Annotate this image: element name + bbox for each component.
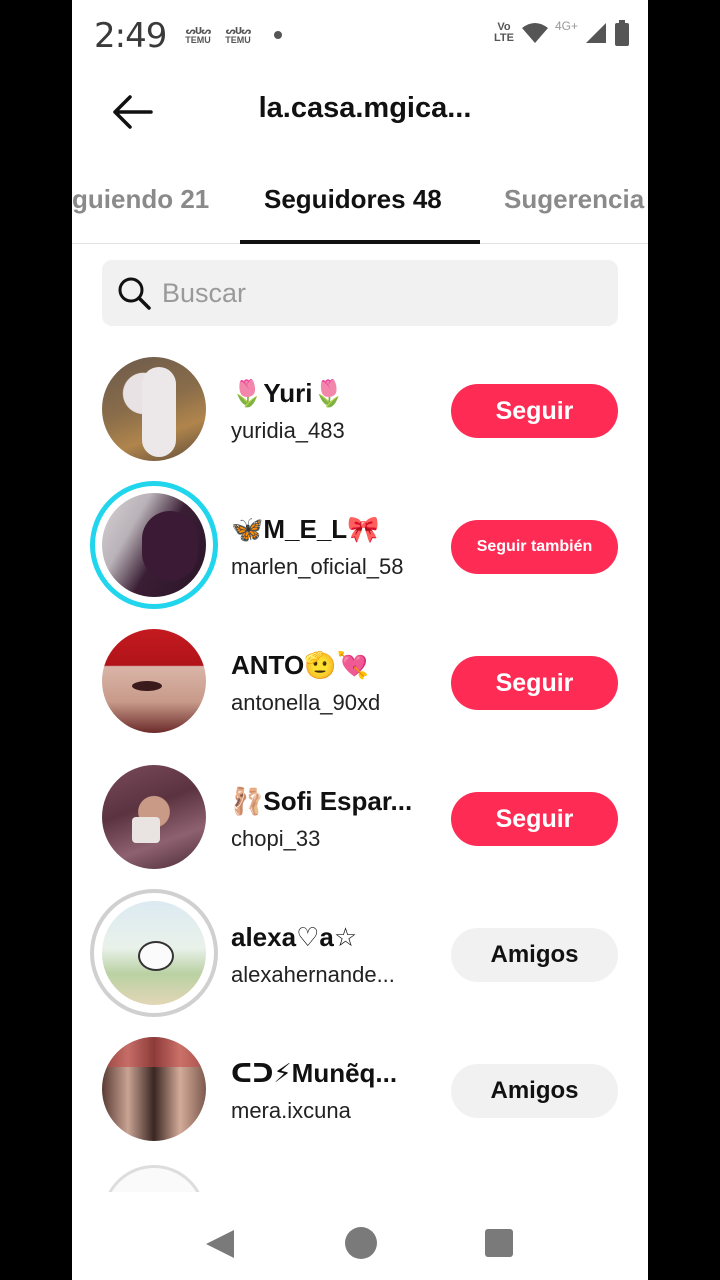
- nav-home-icon[interactable]: [345, 1227, 377, 1259]
- tab-sugerencias[interactable]: Sugerencia: [504, 184, 644, 215]
- page-title: la.casa.mgica...: [258, 92, 472, 124]
- friends-button[interactable]: Amigos: [451, 1064, 618, 1118]
- tab-seguidores[interactable]: Seguidores 48: [264, 184, 442, 215]
- more-notifications-dot: [274, 31, 282, 39]
- search-input[interactable]: [162, 277, 582, 309]
- follower-handle: chopi_33: [231, 826, 321, 851]
- battery-icon: [615, 20, 629, 46]
- tab-siguiendo[interactable]: guiendo 21: [72, 184, 209, 215]
- follower-name: ANTO🫡💘: [231, 650, 369, 680]
- avatar[interactable]: [102, 357, 206, 461]
- follower-name: 🌷Yuri🌷: [231, 378, 345, 408]
- follow-button[interactable]: Seguir: [451, 384, 618, 438]
- follower-name: 🩰Sofi Espar...: [231, 786, 413, 816]
- list-item[interactable]: alexa♡a☆ alexahernande... Amigos: [72, 884, 648, 1020]
- follower-handle: marlen_oficial_58: [231, 554, 404, 579]
- status-time: 2:49: [94, 16, 167, 56]
- avatar[interactable]: [102, 1037, 206, 1141]
- search-bar[interactable]: [102, 260, 618, 326]
- list-item[interactable]: 🦋M_E_L🎀 marlen_oficial_58 Seguir también: [72, 476, 648, 612]
- list-item[interactable]: 🌷Yuri🌷 yuridia_483 Seguir: [72, 340, 648, 476]
- avatar[interactable]: [102, 765, 206, 869]
- search-icon: [118, 277, 151, 310]
- partial-avatar: [102, 1165, 206, 1195]
- tab-bar: guiendo 21 Seguidores 48 Sugerencia: [72, 170, 648, 244]
- follower-name: alexa♡a☆: [231, 922, 358, 952]
- volte-icon: Vo LTE: [494, 21, 514, 44]
- list-item[interactable]: 🩰Sofi Espar... chopi_33 Seguir: [72, 748, 648, 884]
- signal-icon: [586, 23, 606, 43]
- avatar[interactable]: [102, 493, 206, 597]
- wifi-icon: [521, 23, 548, 43]
- nav-back-icon[interactable]: [204, 1228, 236, 1260]
- header: la.casa.mgica...: [72, 70, 648, 154]
- list-item[interactable]: ᑕᑐ⚡Munẽq... mera.ixcuna Amigos: [72, 1020, 648, 1156]
- temu-notification-icon: ᔕᑌᔕ TEMU: [225, 26, 251, 45]
- follower-name: 🦋M_E_L🎀: [231, 514, 380, 544]
- follower-name: ᑕᑐ⚡Munẽq...: [231, 1058, 398, 1088]
- active-tab-indicator: [240, 240, 480, 244]
- follower-handle: mera.ixcuna: [231, 1098, 351, 1123]
- follow-button[interactable]: Seguir: [451, 656, 618, 710]
- follower-handle: alexahernande...: [231, 962, 395, 987]
- follow-button[interactable]: Seguir: [451, 792, 618, 846]
- friends-button[interactable]: Amigos: [451, 928, 618, 982]
- nav-recents-icon[interactable]: [485, 1229, 513, 1257]
- avatar[interactable]: [102, 901, 206, 1005]
- avatar[interactable]: [102, 629, 206, 733]
- status-bar: 2:49 ᔕᑌᔕ TEMU ᔕᑌᔕ TEMU Vo LTE 4G+: [72, 0, 648, 70]
- screen: 2:49 ᔕᑌᔕ TEMU ᔕᑌᔕ TEMU Vo LTE 4G+ la.casa.m…: [72, 0, 648, 1280]
- temu-notification-icon: ᔕᑌᔕ TEMU: [185, 26, 211, 45]
- follower-handle: antonella_90xd: [231, 690, 381, 715]
- follow-back-button[interactable]: Seguir también: [451, 520, 618, 574]
- system-nav-bar: [72, 1192, 648, 1280]
- system-icons: Vo LTE 4G+: [493, 19, 630, 46]
- followers-list: 🌷Yuri🌷 yuridia_483 Seguir 🦋M_E_L🎀 marlen…: [72, 340, 648, 1156]
- list-item[interactable]: ANTO🫡💘 antonella_90xd Seguir: [72, 612, 648, 748]
- follower-handle: yuridia_483: [231, 418, 345, 443]
- network-type: 4G+: [554, 19, 578, 33]
